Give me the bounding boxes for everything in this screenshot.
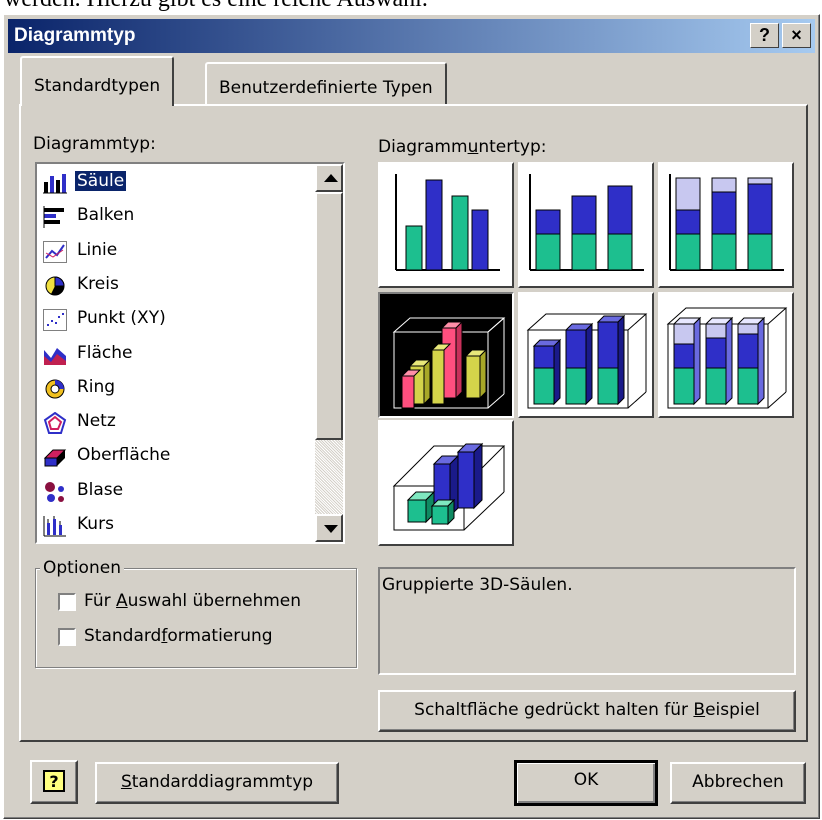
scroll-down-button[interactable]: [315, 514, 343, 542]
label-part: uswahl übernehmen: [127, 591, 302, 611]
subtype-100-stacked-column-3d-effect[interactable]: [658, 292, 794, 418]
subtype-grid: [378, 162, 794, 546]
chart-type-label: Oberfläche: [77, 445, 171, 466]
default-formatting-checkbox[interactable]: [58, 628, 76, 646]
label-accel: A: [116, 591, 128, 611]
press-and-hold-preview-button[interactable]: Schaltfläche gedrückt halten für Beispie…: [378, 690, 796, 732]
subtype-description: Gruppierte 3D-Säulen.: [382, 575, 573, 595]
chart-type-label: Ring: [77, 376, 116, 397]
chart-type-item-fläche[interactable]: Fläche: [41, 338, 311, 371]
cancel-button[interactable]: Abbrechen: [670, 762, 806, 804]
surface-chart-icon: [43, 446, 67, 468]
tab-custom-types[interactable]: Benutzerdefinierte Typen: [205, 62, 447, 106]
dialog-title: Diagrammtyp: [14, 25, 136, 46]
title-bar: Diagrammtyp ? ×: [8, 19, 815, 53]
chart-type-item-säule[interactable]: Säule: [41, 166, 311, 199]
chart-type-label: Kurs: [77, 514, 114, 534]
chart-type-item-oberfläche[interactable]: Oberfläche: [41, 440, 311, 473]
chart-type-item-kurs[interactable]: Kurs: [41, 509, 311, 542]
chart-type-item-netz[interactable]: Netz: [41, 406, 311, 439]
label-part: ormatierung: [167, 626, 273, 646]
chart-type-item-kreis[interactable]: Kreis: [41, 269, 311, 302]
subtype-description-box: Gruppierte 3D-Säulen.: [378, 567, 796, 675]
clustered-column-3d-effect-icon: [392, 317, 506, 409]
chart-type-item-punkt-xy[interactable]: Punkt (XY): [41, 303, 311, 336]
chart-type-label: Diagrammtyp:: [33, 134, 156, 154]
scatter-chart-icon: [43, 309, 67, 332]
label-accel: u: [467, 137, 479, 157]
label-part: ntertyp:: [478, 137, 547, 157]
clustered-column-icon: [395, 174, 500, 271]
chart-type-item-linie[interactable]: Linie: [41, 235, 311, 268]
100-stacked-column-3d-effect-icon: [666, 307, 788, 409]
scroll-thumb[interactable]: [315, 192, 343, 440]
chart-type-label: Fläche: [77, 342, 133, 363]
chart-type-label: Linie: [77, 239, 118, 260]
stacked-column-3d-effect-icon: [526, 313, 648, 409]
apply-to-selection-label: Für Auswahl übernehmen: [84, 591, 301, 611]
options-group: [35, 568, 357, 668]
chart-type-item-ring[interactable]: Ring: [41, 372, 311, 405]
label-part: eispiel: [705, 700, 760, 720]
100-stacked-column-icon: [669, 174, 784, 271]
set-default-chart-button[interactable]: Standarddiagrammtyp: [95, 762, 339, 804]
label-accel: B: [693, 700, 706, 720]
chart-type-item-blase[interactable]: Blase: [41, 475, 311, 508]
subtype-100-stacked-column[interactable]: [658, 162, 794, 288]
help-button[interactable]: ?: [750, 23, 779, 48]
arrow-down-icon: [324, 525, 338, 533]
office-assistant-button[interactable]: ?: [30, 760, 78, 804]
label-part: tandarddiagrammtyp: [131, 772, 314, 792]
apply-to-selection-checkbox[interactable]: [58, 593, 76, 611]
label-part: Für: [84, 591, 117, 611]
radar-chart-icon: [43, 411, 67, 435]
chart-type-label: Punkt (XY): [77, 308, 166, 329]
area-chart-icon: [43, 344, 67, 366]
label-accel: S: [120, 772, 132, 792]
ok-button[interactable]: OK: [514, 760, 658, 806]
3d-column-icon: [392, 442, 506, 531]
default-formatting-label: Standardformatierung: [84, 626, 273, 646]
chart-type-label: Blase: [77, 479, 124, 500]
column-chart-icon: [43, 172, 67, 194]
chart-type-item-balken[interactable]: Balken: [41, 200, 311, 233]
subtype-3d-column[interactable]: [378, 420, 514, 546]
subtype-stacked-column-3d-effect[interactable]: [518, 292, 654, 418]
help-icon: ?: [43, 770, 65, 792]
pie-chart-icon: [43, 275, 67, 297]
scroll-up-button[interactable]: [315, 164, 343, 192]
line-chart-icon: [43, 240, 67, 263]
stock-chart-icon: [43, 515, 67, 537]
doughnut-chart-icon: [43, 378, 67, 400]
arrow-up-icon: [324, 174, 338, 182]
subtype-clustered-column[interactable]: [378, 162, 514, 288]
background-document-text: werden. Hierzu gibt es eine reiche Auswa…: [4, 0, 428, 13]
label-part: Standard: [84, 626, 162, 646]
close-button[interactable]: ×: [782, 23, 811, 48]
stacked-column-icon: [529, 174, 644, 271]
subtype-label: Diagrammuntertyp:: [378, 137, 546, 157]
list-scrollbar[interactable]: [315, 164, 343, 542]
chart-type-label: Balken: [77, 205, 135, 226]
chart-type-label: Kreis: [77, 273, 119, 294]
options-legend: Optionen: [40, 558, 124, 578]
label-part: Schaltfläche gedrückt halten für: [414, 700, 694, 720]
subtype-stacked-column[interactable]: [518, 162, 654, 288]
chart-type-list[interactable]: Säule Balken Linie Kreis Punkt (XY) Fläche Rin…: [35, 162, 345, 544]
label-part: Diagramm: [378, 137, 468, 157]
bar-chart-icon: [43, 206, 67, 229]
chart-type-label: Netz: [77, 411, 116, 432]
chart-type-label: Säule: [73, 170, 128, 192]
subtype-clustered-column-3d-effect[interactable]: [378, 292, 514, 418]
tab-standard-types[interactable]: Standardtypen: [20, 56, 175, 106]
bubble-chart-icon: [43, 481, 67, 503]
